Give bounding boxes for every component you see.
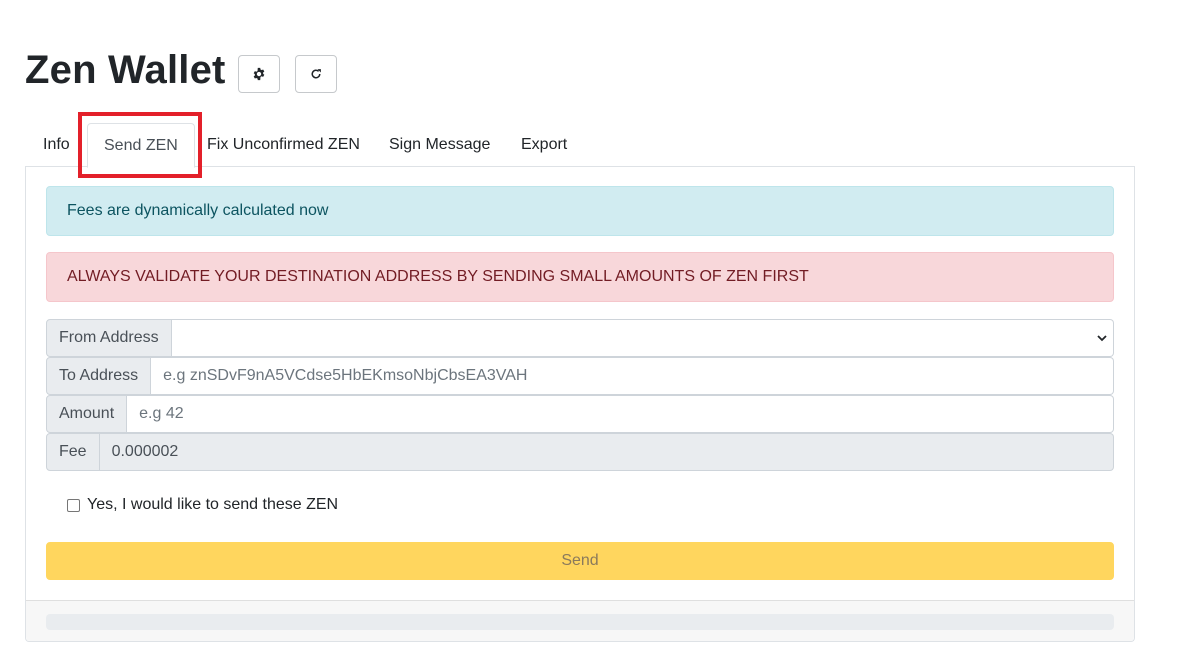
progress-bar xyxy=(46,614,1114,630)
fee-group: Fee xyxy=(46,433,1114,471)
from-address-label: From Address xyxy=(46,319,172,357)
confirm-send-checkbox[interactable] xyxy=(67,498,80,512)
chevron-down-icon xyxy=(1097,335,1107,342)
tab-bar: Info Send ZEN Fix Unconfirmed ZEN Sign M… xyxy=(25,123,1135,168)
page-title: Zen Wallet xyxy=(25,48,226,92)
validate-address-alert: ALWAYS VALIDATE YOUR DESTINATION ADDRESS… xyxy=(46,252,1114,302)
fees-info-text: Fees are dynamically calculated now xyxy=(67,202,329,219)
tab-info[interactable]: Info xyxy=(27,123,86,167)
tab-fix-unconfirmed-zen[interactable]: Fix Unconfirmed ZEN xyxy=(191,123,376,167)
amount-group: Amount xyxy=(46,395,1114,433)
refresh-button[interactable] xyxy=(294,55,337,93)
amount-input[interactable] xyxy=(127,395,1114,433)
from-address-group: From Address xyxy=(46,319,1114,357)
send-zen-panel: Fees are dynamically calculated now ALWA… xyxy=(25,166,1135,642)
page-header: Zen Wallet xyxy=(25,46,337,94)
to-address-label: To Address xyxy=(46,357,152,395)
tab-sign-message[interactable]: Sign Message xyxy=(373,123,506,167)
refresh-icon xyxy=(311,69,321,79)
amount-label: Amount xyxy=(46,395,128,433)
gear-icon xyxy=(253,67,264,81)
settings-button[interactable] xyxy=(237,55,280,93)
card-footer xyxy=(26,600,1134,641)
tab-export[interactable]: Export xyxy=(505,123,583,167)
fee-input[interactable] xyxy=(99,433,1114,471)
confirm-send-row[interactable]: Yes, I would like to send these ZEN xyxy=(67,496,338,514)
to-address-group: To Address xyxy=(46,357,1114,395)
fees-info-alert: Fees are dynamically calculated now xyxy=(46,186,1114,236)
to-address-input[interactable] xyxy=(151,357,1114,395)
send-button[interactable]: Send xyxy=(46,542,1114,580)
confirm-send-label[interactable]: Yes, I would like to send these ZEN xyxy=(87,496,338,514)
tab-send-zen[interactable]: Send ZEN xyxy=(87,123,195,168)
fee-label: Fee xyxy=(46,433,100,471)
from-address-select[interactable] xyxy=(171,319,1114,357)
validate-address-text: ALWAYS VALIDATE YOUR DESTINATION ADDRESS… xyxy=(67,268,809,285)
